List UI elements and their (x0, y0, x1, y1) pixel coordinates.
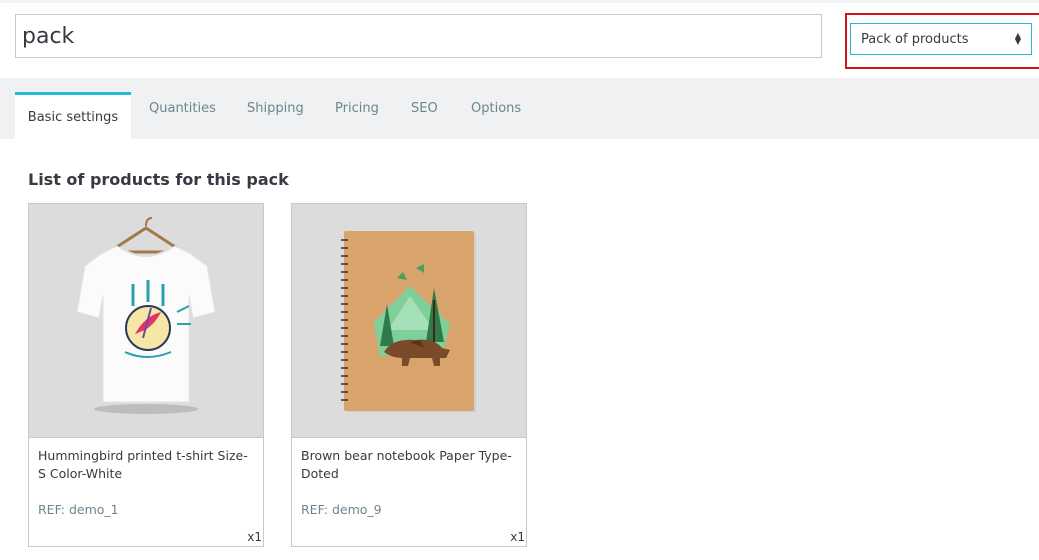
pack-item-card[interactable]: Brown bear notebook Paper Type-Doted REF… (291, 203, 527, 547)
basic-settings-panel: List of products for this pack Hummingbi… (15, 139, 1039, 560)
tshirt-illustration (76, 217, 216, 414)
pack-item-qty: x1 (247, 530, 262, 544)
tshirt-image (29, 204, 263, 438)
select-arrows-icon: ▲ ▼ (1014, 31, 1021, 46)
tab-seo[interactable]: SEO (411, 78, 438, 139)
pack-item-name: Hummingbird printed t-shirt Size-S Color… (38, 448, 248, 481)
pack-section-title: List of products for this pack (28, 170, 289, 189)
pack-item-ref: REF: demo_9 (301, 502, 382, 517)
tab-pricing[interactable]: Pricing (335, 78, 379, 139)
notebook-image (292, 204, 526, 438)
tab-label: Options (471, 101, 522, 116)
product-name-input[interactable] (15, 14, 822, 58)
pack-item-name: Brown bear notebook Paper Type-Doted (301, 448, 512, 481)
tab-shipping[interactable]: Shipping (247, 78, 304, 139)
tab-label: Quantities (149, 101, 216, 116)
tab-basic-settings[interactable]: Basic settings (15, 92, 131, 139)
tab-label: Shipping (247, 101, 304, 116)
tab-label: Pricing (335, 101, 379, 116)
product-type-highlight: Pack of products ▲ ▼ (845, 13, 1039, 69)
form-tabs: Basic settings Quantities Shipping Prici… (0, 78, 1039, 139)
tab-options[interactable]: Options (471, 78, 521, 139)
tab-label: Basic settings (27, 109, 119, 125)
pack-item-card[interactable]: Hummingbird printed t-shirt Size-S Color… (28, 203, 264, 547)
product-type-select[interactable]: Pack of products ▲ ▼ (850, 23, 1032, 55)
pack-item-ref: REF: demo_1 (38, 502, 119, 517)
notebook-illustration (341, 231, 476, 412)
pack-item-qty: x1 (510, 530, 525, 544)
product-type-value: Pack of products (861, 31, 969, 47)
tab-quantities[interactable]: Quantities (149, 78, 216, 139)
product-header: Pack of products ▲▼ (0, 0, 1039, 78)
tab-label: SEO (411, 101, 438, 116)
